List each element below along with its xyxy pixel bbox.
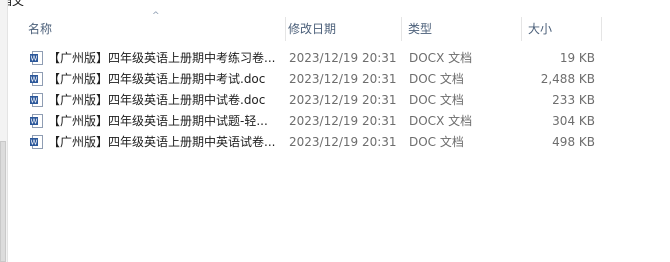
file-date: 2023/12/19 20:31	[289, 135, 397, 149]
word-doc-icon: W	[30, 93, 43, 107]
file-row[interactable]: W 【广州版】四年级英语上册期中试卷.doc 2023/12/19 20:31 …	[8, 90, 670, 111]
file-size: 2,488 KB	[540, 72, 595, 86]
file-size: 304 KB	[552, 114, 595, 128]
word-doc-icon: W	[30, 135, 43, 149]
file-type: DOC 文档	[409, 93, 464, 107]
file-date: 2023/12/19 20:31	[289, 93, 397, 107]
file-row[interactable]: W 【广州版】四年级英语上册期中试题-轻... 2023/12/19 20:31…	[8, 111, 670, 132]
file-name: 【广州版】四年级英语上册期中试题-轻...	[48, 114, 268, 128]
file-size: 19 KB	[559, 51, 595, 65]
file-date: 2023/12/19 20:31	[289, 51, 397, 65]
word-doc-icon: W	[30, 72, 43, 86]
nav-scrollbar-thumb[interactable]	[0, 141, 6, 262]
file-name: 【广州版】四年级英语上册期中考试.doc	[48, 72, 266, 86]
file-name: 【广州版】四年级英语上册期中英语试卷...	[48, 135, 276, 149]
word-doc-icon: W	[30, 51, 43, 65]
svg-text:W: W	[31, 118, 38, 126]
svg-text:W: W	[31, 97, 38, 105]
navigation-pane-edge[interactable]	[0, 0, 8, 262]
file-name: 【广州版】四年级英语上册期中试卷.doc	[48, 93, 266, 107]
file-list: W 【广州版】四年级英语上册期中考练习卷... 2023/12/19 20:31…	[8, 48, 670, 153]
column-header-row: ^ 名称 修改日期 类型 大小	[8, 11, 670, 41]
file-row[interactable]: W 【广州版】四年级英语上册期中考试.doc 2023/12/19 20:31 …	[8, 69, 670, 90]
file-row[interactable]: W 【广州版】四年级英语上册期中英语试卷... 2023/12/19 20:31…	[8, 132, 670, 153]
svg-text:W: W	[31, 139, 38, 147]
column-header-date[interactable]: 修改日期	[282, 17, 402, 41]
file-type: DOC 文档	[409, 72, 464, 86]
file-size: 233 KB	[552, 93, 595, 107]
svg-text:W: W	[31, 55, 38, 63]
file-date: 2023/12/19 20:31	[289, 72, 397, 86]
svg-text:W: W	[31, 76, 38, 84]
column-header-size[interactable]: 大小	[522, 17, 602, 41]
file-name: 【广州版】四年级英语上册期中考练习卷...	[48, 51, 276, 65]
file-type: DOCX 文档	[409, 51, 473, 65]
column-header-name[interactable]: 名称	[22, 17, 286, 41]
file-row[interactable]: W 【广州版】四年级英语上册期中考练习卷... 2023/12/19 20:31…	[8, 48, 670, 69]
column-header-type[interactable]: 类型	[402, 17, 522, 41]
file-date: 2023/12/19 20:31	[289, 114, 397, 128]
file-size: 498 KB	[552, 135, 595, 149]
file-type: DOC 文档	[409, 135, 464, 149]
word-doc-icon: W	[30, 114, 43, 128]
file-type: DOCX 文档	[409, 114, 473, 128]
